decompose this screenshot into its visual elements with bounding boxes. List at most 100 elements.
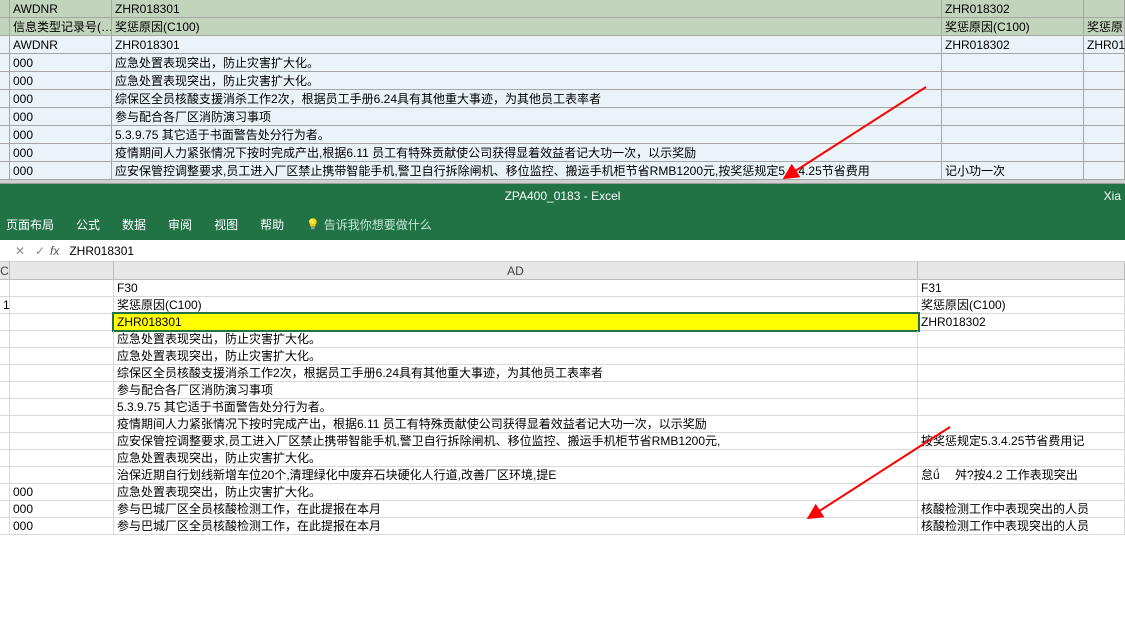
sheet-cell[interactable] [0, 382, 10, 398]
sheet-cell[interactable] [918, 484, 1125, 500]
sheet-cell[interactable] [10, 467, 114, 483]
table-row[interactable]: 000应安保管控调整要求,员工进入厂区禁止携带智能手机,警卫自行拆除闸机、移位监… [0, 162, 1125, 180]
sheet-cell[interactable] [10, 280, 114, 296]
sheet-cell[interactable]: 应安保管控调整要求,员工进入厂区禁止携带智能手机,警卫自行拆除闸机、移位监控、搬… [114, 433, 918, 449]
sheet-cell[interactable] [0, 331, 10, 347]
sheet-cell[interactable] [918, 450, 1125, 466]
sheet-cell[interactable]: 综保区全员核酸支援消杀工作2次，根据员工手册6.24具有其他重大事迹，为其他员工… [114, 365, 918, 381]
sheet-cell[interactable] [918, 399, 1125, 415]
table-row[interactable]: 000应急处置表现突出，防止灾害扩大化。 [0, 54, 1125, 72]
sheet-cell[interactable]: 1 [0, 297, 10, 313]
sheet-cell[interactable] [10, 314, 114, 330]
sap-alv-grid[interactable]: AWDNR ZHR018301 ZHR018302 信息类型记录号(… 奖惩原因… [0, 0, 1125, 180]
sheet-cell[interactable] [0, 467, 10, 483]
tell-me[interactable]: 告诉我你想要做什么 [306, 216, 432, 233]
sheet-row[interactable]: 治保近期自行划线新增车位20个,清理绿化中废弃石块硬化人行道,改善厂区环境,提E… [0, 467, 1125, 484]
sheet-cell[interactable]: 参与巴城厂区全员核酸检测工作，在此提报在本月 [114, 501, 918, 517]
sheet-cell[interactable] [10, 382, 114, 398]
sheet-cell[interactable] [918, 382, 1125, 398]
col-zhr018301[interactable]: ZHR018301 [112, 0, 942, 18]
sheet-cell[interactable] [0, 416, 10, 432]
sheet-cell[interactable] [10, 416, 114, 432]
sheet-cell[interactable]: 参与巴城厂区全员核酸检测工作，在此提报在本月 [114, 518, 918, 534]
sheet-cell[interactable] [0, 518, 10, 534]
col-awdnr[interactable]: AWDNR [10, 0, 112, 18]
sheet-cell[interactable] [10, 450, 114, 466]
sheet-cell[interactable] [10, 399, 114, 415]
sheet-cell[interactable]: 000 [10, 501, 114, 517]
colhdr-c[interactable]: C [0, 262, 10, 279]
tab-view[interactable]: 视图 [214, 216, 238, 233]
colhdr-blank[interactable] [10, 262, 114, 279]
sheet-cell[interactable]: 应急处置表现突出，防止灾害扩大化。 [114, 484, 918, 500]
sheet-cell[interactable]: 治保近期自行划线新增车位20个,清理绿化中废弃石块硬化人行道,改善厂区环境,提E [114, 467, 918, 483]
table-row[interactable]: 000应急处置表现突出，防止灾害扩大化。 [0, 72, 1125, 90]
sheet-cell[interactable] [918, 348, 1125, 364]
tab-review[interactable]: 审阅 [168, 216, 192, 233]
table-row[interactable]: AWDNRZHR018301ZHR018302ZHR01 [0, 36, 1125, 54]
colhdr-next[interactable] [918, 262, 1125, 279]
table-row[interactable]: 0005.3.9.75 其它适于书面警告处分行为者。 [0, 126, 1125, 144]
sheet-cell[interactable] [10, 348, 114, 364]
sheet-cell[interactable] [918, 416, 1125, 432]
tab-help[interactable]: 帮助 [260, 216, 284, 233]
sheet-cell[interactable] [918, 331, 1125, 347]
sheet-cell[interactable]: ZHR018301 [114, 314, 918, 330]
sheet-cell[interactable]: 按奖惩规定5.3.4.25节省费用记 [918, 433, 1125, 449]
sheet-row[interactable]: 5.3.9.75 其它适于书面警告处分行为者。 [0, 399, 1125, 416]
table-row[interactable]: 000综保区全员核酸支援消杀工作2次，根据员工手册6.24具有其他重大事迹，为其… [0, 90, 1125, 108]
tab-pagelayout[interactable]: 页面布局 [6, 216, 54, 233]
sheet-cell[interactable]: 应急处置表现突出，防止灾害扩大化。 [114, 331, 918, 347]
sheet-cell[interactable] [0, 399, 10, 415]
sheet-row[interactable]: ZHR018301ZHR018302 [0, 314, 1125, 331]
sheet-cell[interactable]: 疫情期间人力紧张情况下按时完成产出，根据6.11 员工有特殊贡献使公司获得显着效… [114, 416, 918, 432]
worksheet[interactable]: C AD F30F311奖惩原因(C100)奖惩原因(C100)ZHR01830… [0, 262, 1125, 535]
sheet-row[interactable]: 1奖惩原因(C100)奖惩原因(C100) [0, 297, 1125, 314]
sheet-cell[interactable]: 5.3.9.75 其它适于书面警告处分行为者。 [114, 399, 918, 415]
sheet-cell[interactable] [10, 331, 114, 347]
sheet-row[interactable]: 000参与巴城厂区全员核酸检测工作，在此提报在本月核酸检测工作中表现突出的人员 [0, 518, 1125, 535]
col-extra[interactable] [1084, 0, 1125, 18]
table-row[interactable]: 000疫情期间人力紧张情况下按时完成产出,根据6.11 员工有特殊贡献使公司获得… [0, 144, 1125, 162]
sheet-cell[interactable]: F30 [114, 280, 918, 296]
enter-icon[interactable]: ✓ [30, 244, 50, 258]
sheet-cell[interactable]: 应急处置表现突出，防止灾害扩大化。 [114, 348, 918, 364]
sheet-row[interactable]: 应急处置表现突出，防止灾害扩大化。 [0, 348, 1125, 365]
sheet-cell[interactable] [10, 365, 114, 381]
formula-input[interactable]: ZHR018301 [65, 244, 1125, 258]
sheet-row[interactable]: 应急处置表现突出，防止灾害扩大化。 [0, 331, 1125, 348]
sheet-cell[interactable] [10, 297, 114, 313]
sheet-cell[interactable] [0, 314, 10, 330]
colhdr-ad[interactable]: AD [114, 262, 918, 279]
fx-label[interactable]: fx [50, 244, 59, 258]
sheet-cell[interactable]: ZHR018302 [918, 314, 1125, 330]
sheet-cell[interactable]: 000 [10, 484, 114, 500]
sheet-cell[interactable] [0, 484, 10, 500]
sheet-cell[interactable] [0, 450, 10, 466]
sheet-cell[interactable] [0, 280, 10, 296]
sheet-cell[interactable]: 怠ǘ 舛?按4.2 工作表现突出 [918, 467, 1125, 483]
sheet-cell[interactable] [918, 365, 1125, 381]
sheet-row[interactable]: 参与配合各厂区消防演习事项 [0, 382, 1125, 399]
sheet-row[interactable]: 综保区全员核酸支援消杀工作2次，根据员工手册6.24具有其他重大事迹，为其他员工… [0, 365, 1125, 382]
sheet-row[interactable]: 应安保管控调整要求,员工进入厂区禁止携带智能手机,警卫自行拆除闸机、移位监控、搬… [0, 433, 1125, 450]
sheet-row[interactable]: F30F31 [0, 280, 1125, 297]
sheet-cell[interactable]: 000 [10, 518, 114, 534]
sheet-cell[interactable] [0, 365, 10, 381]
sheet-row[interactable]: 000应急处置表现突出，防止灾害扩大化。 [0, 484, 1125, 501]
tab-formulas[interactable]: 公式 [76, 216, 100, 233]
sheet-cell[interactable]: 核酸检测工作中表现突出的人员 [918, 501, 1125, 517]
sheet-cell[interactable] [0, 348, 10, 364]
sheet-row[interactable]: 000参与巴城厂区全员核酸检测工作，在此提报在本月核酸检测工作中表现突出的人员 [0, 501, 1125, 518]
table-row[interactable]: 000参与配合各厂区消防演习事项 [0, 108, 1125, 126]
sheet-cell[interactable]: 奖惩原因(C100) [114, 297, 918, 313]
sheet-cell[interactable]: 应急处置表现突出，防止灾害扩大化。 [114, 450, 918, 466]
sheet-row[interactable]: 应急处置表现突出，防止灾害扩大化。 [0, 450, 1125, 467]
sheet-cell[interactable]: F31 [918, 280, 1125, 296]
tab-data[interactable]: 数据 [122, 216, 146, 233]
sheet-cell[interactable]: 参与配合各厂区消防演习事项 [114, 382, 918, 398]
sheet-cell[interactable]: 核酸检测工作中表现突出的人员 [918, 518, 1125, 534]
cancel-icon[interactable]: ✕ [10, 244, 30, 258]
sheet-row[interactable]: 疫情期间人力紧张情况下按时完成产出，根据6.11 员工有特殊贡献使公司获得显着效… [0, 416, 1125, 433]
sheet-cell[interactable] [0, 433, 10, 449]
